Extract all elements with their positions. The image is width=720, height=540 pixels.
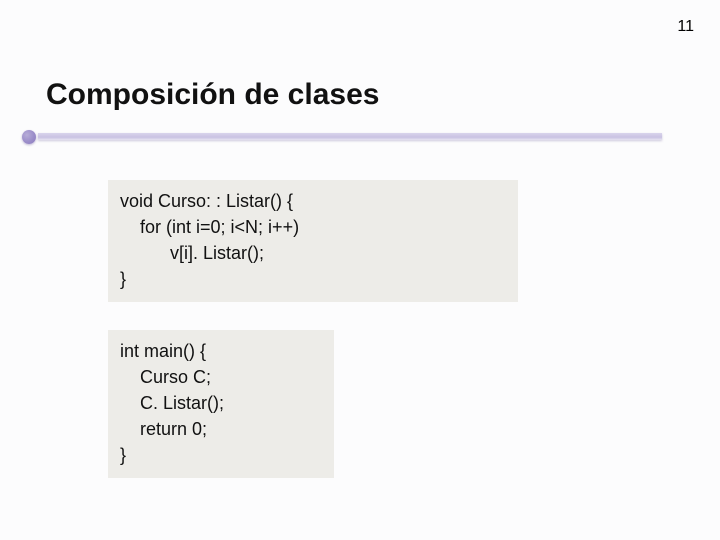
code-line: v[i]. Listar(); <box>120 240 506 266</box>
code-line: return 0; <box>120 416 322 442</box>
code-block-2: int main() { Curso C; C. Listar(); retur… <box>108 330 334 478</box>
code-line: for (int i=0; i<N; i++) <box>120 214 506 240</box>
divider-dot-icon <box>22 130 36 144</box>
title-divider <box>22 130 662 144</box>
slide: 11 Composición de clases void Curso: : L… <box>0 0 720 540</box>
code-line: } <box>120 266 506 292</box>
code-line: } <box>120 442 322 468</box>
code-line: void Curso: : Listar() { <box>120 188 506 214</box>
page-number: 11 <box>677 18 694 36</box>
code-line: C. Listar(); <box>120 390 322 416</box>
divider-bar <box>38 133 662 140</box>
slide-title: Composición de clases <box>46 78 379 112</box>
code-line: int main() { <box>120 338 322 364</box>
code-line: Curso C; <box>120 364 322 390</box>
code-block-1: void Curso: : Listar() { for (int i=0; i… <box>108 180 518 302</box>
